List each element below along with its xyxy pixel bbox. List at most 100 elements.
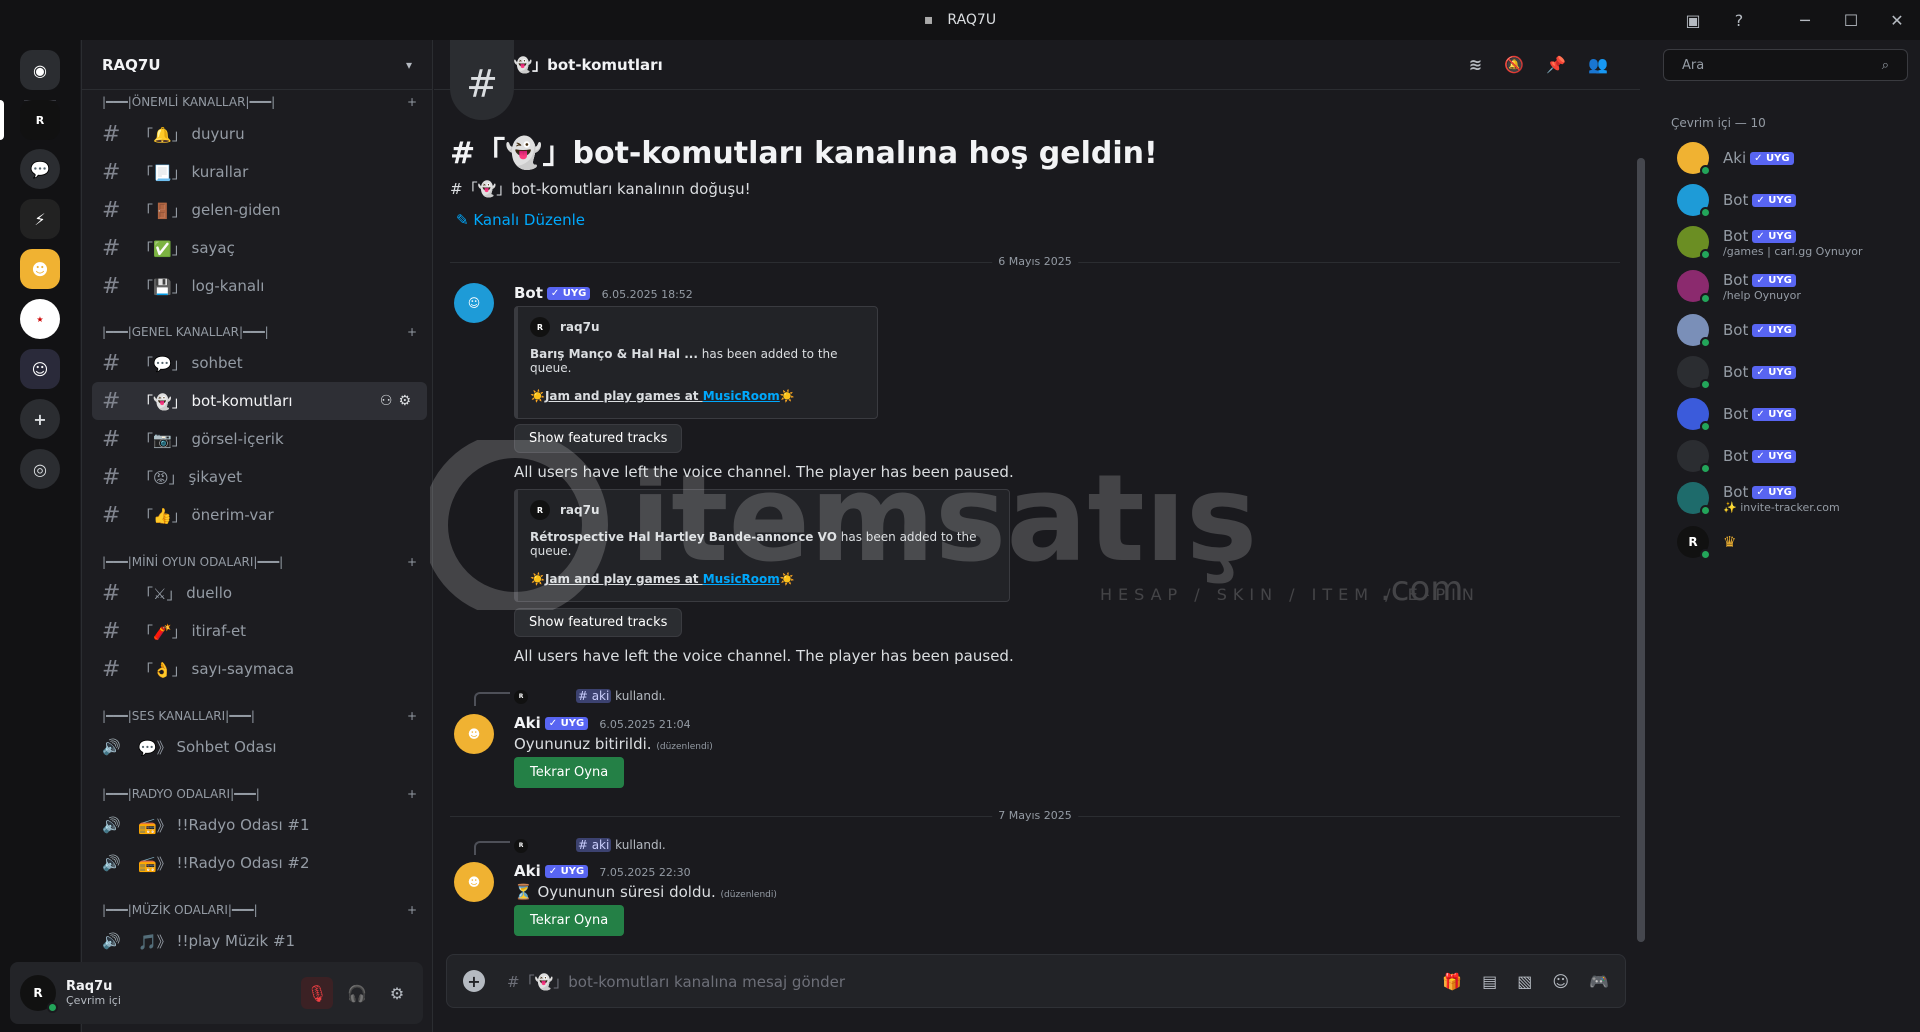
scrollbar-thumb[interactable] [1637, 158, 1645, 942]
member-item[interactable]: Bot ✓ UYG ✨ invite-tracker.com [1677, 477, 1917, 519]
voice-channel-muzik-1[interactable]: 🔊 🎵》 !!play Müzik #1 [92, 922, 427, 960]
pin-icon[interactable]: 📌 [1546, 55, 1566, 74]
member-item[interactable]: Bot ✓ UYG/help Oynuyor [1677, 265, 1917, 307]
command-mention[interactable]: # aki [575, 838, 612, 852]
sticker-icon[interactable]: ▧ [1517, 972, 1532, 991]
invite-icon[interactable]: ⚇ [380, 393, 399, 409]
musicroom-link[interactable]: MusicRoom [703, 389, 780, 403]
channel-duello[interactable]: # 「⚔」 duello [92, 574, 427, 612]
activities-icon[interactable]: 🎮 [1589, 972, 1609, 991]
server-badge-icon[interactable]: ★ [20, 299, 60, 339]
show-featured-tracks-button[interactable]: Show featured tracks [514, 424, 683, 453]
search-input[interactable]: Ara ⌕ [1663, 49, 1908, 81]
category-header[interactable]: |━━━|MİNİ OYUN ODALARI|━━━| + [102, 555, 417, 569]
channel-sohbet[interactable]: # 「💬」 sohbet [92, 344, 427, 382]
aki-avatar[interactable]: ☻ [454, 862, 494, 902]
channel-gelen-giden[interactable]: # 「🚪」 gelen-giden [92, 191, 427, 229]
add-channel-icon[interactable]: + [407, 555, 417, 569]
voice-channel-radyo-1[interactable]: 🔊 📻》 !!Radyo Odası #1 [92, 806, 427, 844]
gear-icon[interactable]: ⚙ [398, 393, 417, 409]
add-channel-icon[interactable]: + [407, 709, 417, 723]
command-mention[interactable]: # aki [575, 689, 612, 703]
member-avatar [1677, 270, 1711, 304]
member-item[interactable]: Bot ✓ UYG [1677, 393, 1917, 435]
inbox-icon[interactable]: ▣ [1670, 0, 1716, 40]
settings-gear-icon[interactable]: ⚙ [381, 977, 413, 1009]
mute-mic-icon[interactable]: 🎙 [301, 977, 333, 1009]
add-channel-icon[interactable]: + [407, 903, 417, 917]
play-again-button[interactable]: Tekrar Oyna [514, 905, 625, 936]
close-button[interactable]: ✕ [1874, 0, 1920, 40]
message-author[interactable]: Aki ✓ UYG 7.05.2025 22:30 [514, 862, 691, 880]
add-server-icon[interactable]: + [20, 399, 60, 439]
channel-log-kanali[interactable]: # 「💾」 log-kanalı [92, 267, 427, 305]
bot-avatar[interactable]: ☺ [454, 283, 494, 323]
help-icon[interactable]: ? [1716, 0, 1762, 40]
user-panel: R Raq7u Çevrim içi 🎙 🎧 ⚙ [10, 962, 423, 1024]
add-channel-icon[interactable]: + [407, 325, 417, 339]
gift-icon[interactable]: 🎁 [1442, 972, 1462, 991]
add-attachment-icon[interactable]: + [463, 970, 485, 992]
server-bolt-icon[interactable]: ⚡ [20, 199, 60, 239]
member-item[interactable]: Bot ✓ UYG [1677, 309, 1917, 351]
show-featured-tracks-button[interactable]: Show featured tracks [514, 608, 683, 637]
channel-sayi-saymaca[interactable]: # 「👌」 sayı-saymaca [92, 650, 427, 688]
channel-bot-komutlari[interactable]: # 「👻」 bot-komutları ⚇⚙ [92, 382, 427, 420]
musicroom-link[interactable]: MusicRoom [703, 572, 780, 586]
channel-duyuru[interactable]: # 「🔔」 duyuru [92, 115, 427, 153]
threads-icon[interactable]: ≋ [1469, 55, 1482, 74]
channel-kurallar[interactable]: # 「📃」 kurallar [92, 153, 427, 191]
message-input[interactable]: #「👻」bot-komutları kanalına mesaj gönder [507, 971, 845, 992]
member-name: Bot ✓ UYG [1723, 271, 1801, 289]
category-header[interactable]: |━━━|MÜZİK ODALARI|━━━| + [102, 903, 417, 917]
reply-context[interactable]: R # aki kullandı. [514, 689, 666, 704]
voice-channel-radyo-2[interactable]: 🔊 📻》 !!Radyo Odası #2 [92, 844, 427, 882]
member-list-icon[interactable]: 👥 [1588, 55, 1608, 74]
member-item[interactable]: Bot ✓ UYG [1677, 351, 1917, 393]
notification-bell-icon[interactable]: 🔕 [1504, 55, 1524, 74]
server-avatar-icon[interactable]: ☺ [20, 349, 60, 389]
channel-sayac[interactable]: # 「✅」 sayaç [92, 229, 427, 267]
voice-channel-sohbet-odasi[interactable]: 🔊 💬》 Sohbet Odası [92, 728, 427, 766]
member-item[interactable]: Bot ✓ UYG/games | carl.gg Oynuyor [1677, 221, 1917, 263]
member-item[interactable]: Bot ✓ UYG [1677, 179, 1917, 221]
app-badge: ✓ UYG [1752, 324, 1796, 337]
category-header[interactable]: |━━━|SES KANALLARI|━━━| + [102, 709, 417, 723]
server-raq7u[interactable]: R [20, 100, 60, 140]
message-composer[interactable]: + #「👻」bot-komutları kanalına mesaj gönde… [446, 954, 1626, 1008]
message-author[interactable]: Bot ✓ UYG 6.05.2025 18:52 [514, 284, 693, 302]
server-anime-icon[interactable]: ☻ [20, 249, 60, 289]
hash-icon: # [102, 121, 121, 147]
category-header[interactable]: |━━━|ÖNEMLİ KANALLAR|━━━| + [102, 95, 417, 109]
member-item[interactable]: R ♛ [1677, 521, 1917, 563]
add-channel-icon[interactable]: + [407, 787, 417, 801]
headphones-icon[interactable]: 🎧 [341, 977, 373, 1009]
add-channel-icon[interactable]: + [407, 95, 417, 109]
play-again-button[interactable]: Tekrar Oyna [514, 757, 625, 788]
reply-context[interactable]: R # aki kullandı. [514, 838, 666, 853]
channel-itiraf-et[interactable]: # 「🧨」 itiraf-et [92, 612, 427, 650]
channel-gorsel-icerik[interactable]: # 「📷」 görsel-içerik [92, 420, 427, 458]
member-item[interactable]: Bot ✓ UYG [1677, 435, 1917, 477]
category-header[interactable]: |━━━|RADYO ODALARI|━━━| + [102, 787, 417, 801]
emoji-icon[interactable]: ☺ [1552, 972, 1569, 991]
aki-avatar[interactable]: ☻ [454, 714, 494, 754]
hash-icon: # [102, 388, 121, 414]
discord-home-icon[interactable]: ◉ [20, 50, 60, 90]
channel-onerim-var[interactable]: # 「👍」 önerim-var [92, 496, 427, 534]
edit-channel-link[interactable]: ✎ Kanalı Düzenle [456, 211, 585, 229]
server-chat-icon[interactable]: 💬 [20, 149, 60, 189]
gif-icon[interactable]: ▤ [1482, 972, 1497, 991]
avatar[interactable]: R [20, 975, 58, 1013]
guild-header[interactable]: RAQ7U ▾ [82, 40, 432, 90]
member-item[interactable]: Aki ✓ UYG [1677, 137, 1917, 179]
maximize-button[interactable]: ☐ [1828, 0, 1874, 40]
message-text: Oyununuz bitirildi. (düzenlendi) [514, 735, 713, 753]
message-author[interactable]: Aki ✓ UYG 6.05.2025 21:04 [514, 714, 691, 732]
channel-sikayet[interactable]: # 「😡」 şikayet [92, 458, 427, 496]
category-header[interactable]: |━━━|GENEL KANALLAR|━━━| + [102, 325, 417, 339]
discover-icon[interactable]: ◎ [20, 449, 60, 489]
minimize-button[interactable]: ─ [1782, 0, 1828, 40]
scrollbar-track[interactable] [1637, 158, 1645, 942]
date-divider: 6 Mayıs 2025 [450, 255, 1620, 268]
